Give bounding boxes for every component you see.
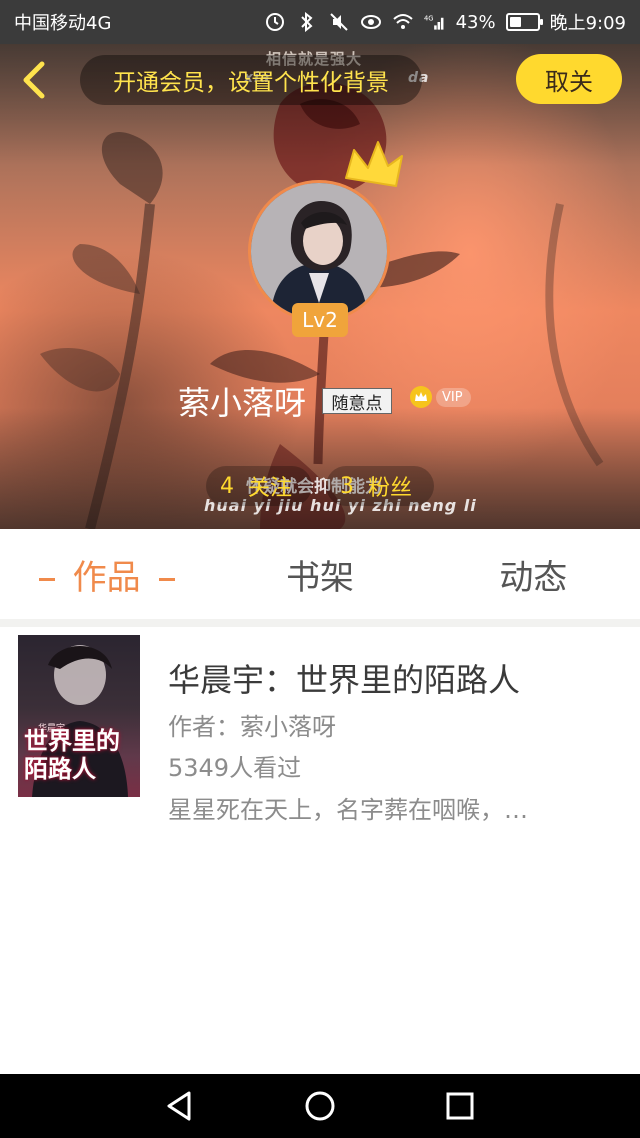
battery-icon: [505, 13, 543, 31]
vip-crown-icon: [410, 386, 432, 408]
bluetooth-icon: [296, 11, 318, 33]
network-label: 4G: [424, 14, 434, 22]
following-count: 4: [220, 473, 234, 499]
tab-bookshelf-label: 书架: [285, 557, 354, 598]
book-title[interactable]: 华晨宇：世界里的陌路人: [168, 655, 520, 701]
level-badge: Lv2: [292, 303, 348, 337]
wifi-icon: [392, 11, 414, 33]
vip-promo-banner[interactable]: 开通会员，设置个性化背景: [80, 55, 422, 105]
nav-back-button[interactable]: [162, 1088, 198, 1124]
status-bar: 中国移动4G 4G 43% 晚上9:09: [0, 0, 640, 44]
tab-bookshelf[interactable]: 书架: [213, 550, 426, 599]
fans-button[interactable]: 3 粉丝: [326, 466, 434, 506]
book-author: 作者：萦小落呀: [168, 713, 336, 741]
carrier-label: 中国移动4G: [14, 13, 112, 34]
avatar-portrait: [251, 183, 387, 319]
vip-badge[interactable]: VIP: [410, 386, 471, 408]
triangle-back-icon: [167, 1091, 191, 1121]
status-left: 中国移动4G: [14, 9, 111, 35]
square-recent-icon: [446, 1092, 474, 1120]
nav-home-button[interactable]: [302, 1088, 338, 1124]
status-right: 4G 43% 晚上9:09: [264, 9, 626, 35]
tab-indicator-left: [38, 577, 55, 581]
clock: 晚上9:09: [549, 13, 626, 34]
back-button[interactable]: [14, 58, 54, 102]
tab-works[interactable]: 作品: [0, 550, 213, 599]
screen: 中国移动4G 4G 43% 晚上9:09 相信就是强大 xia da 怀疑就会抑…: [0, 0, 640, 1138]
fans-label: 粉丝: [368, 476, 413, 501]
nav-recent-button[interactable]: [442, 1088, 478, 1124]
unfollow-button[interactable]: 取关: [516, 54, 622, 104]
tab-activity[interactable]: 动态: [427, 550, 640, 599]
unfollow-label: 取关: [545, 67, 593, 96]
battery-fill: [509, 17, 521, 27]
circle-home-icon: [305, 1091, 335, 1121]
tab-activity-label: 动态: [499, 557, 568, 598]
vip-promo-text: 开通会员，设置个性化背景: [113, 70, 389, 96]
mute-icon: [328, 11, 350, 33]
fans-count: 3: [340, 473, 354, 499]
alarm-icon: [264, 11, 286, 33]
book-cover[interactable]: 华晨宇 世界里的陌路人: [18, 635, 140, 797]
tab-works-label: 作品: [72, 557, 141, 598]
vip-label: VIP: [436, 387, 471, 407]
avatar-image: [248, 180, 390, 322]
crown-icon: [345, 141, 403, 187]
book-description: 星星死在天上，名字葬在咽喉，…: [168, 796, 528, 824]
book-cover-title: 世界里的陌路人: [24, 726, 120, 783]
user-tag: 随意点: [322, 388, 392, 414]
content-tabs: 作品 书架 动态: [0, 529, 640, 619]
signal-icon: 4G: [424, 11, 446, 33]
username: 萦小落呀: [178, 384, 307, 422]
work-card[interactable]: 华晨宇 世界里的陌路人 华晨宇：世界里的陌路人 作者：萦小落呀 5349人看过 …: [8, 627, 632, 832]
tab-indicator-right: [158, 577, 175, 581]
book-views: 5349人看过: [168, 754, 302, 782]
eye-icon: [360, 11, 382, 33]
following-label: 关注: [248, 476, 293, 501]
battery-percent: 43%: [455, 11, 496, 33]
following-button[interactable]: 4 关注: [206, 466, 312, 506]
system-nav-bar: [0, 1074, 640, 1138]
chevron-left-icon: [23, 61, 45, 99]
tabs-divider: [0, 619, 640, 627]
